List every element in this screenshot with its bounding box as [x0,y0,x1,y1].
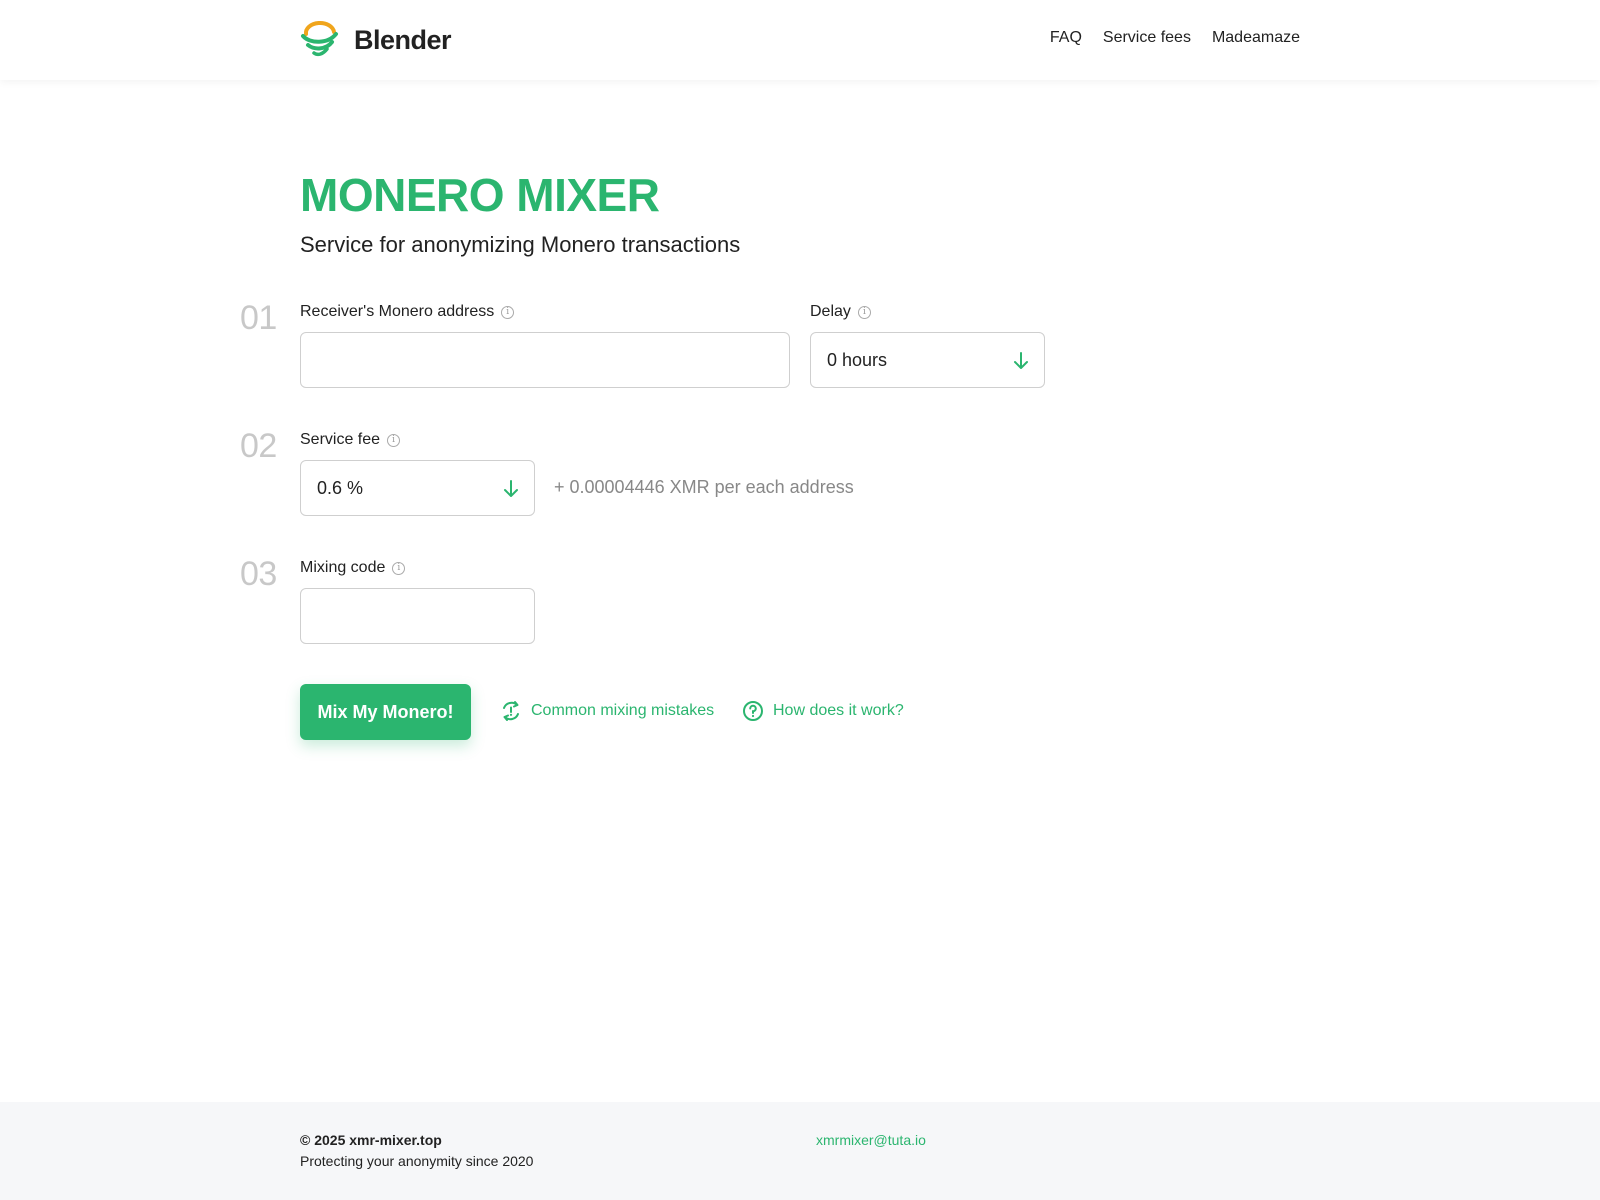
question-circle-icon [743,701,763,721]
service-fee-label: Service fee i [300,431,401,449]
mixing-code-label: Mixing code i [300,559,406,577]
step-number-3: 03 [240,555,277,593]
delay-select[interactable]: 0 hours [810,332,1045,388]
step-number-1: 01 [240,299,277,337]
nav-link-madeamaze[interactable]: Madeamaze [1212,29,1300,47]
site-footer: © 2025 xmr-mixer.top Protecting your ano… [0,1102,1600,1200]
arrow-down-icon [504,480,518,497]
mixing-code-input[interactable] [300,588,535,644]
page-title: MONERO MIXER [300,169,660,221]
site-header: Blender FAQ Service fees Madeamaze [0,0,1600,80]
fee-per-address-note: + 0.00004446 XMR per each address [554,477,854,497]
page-subtitle: Service for anonymizing Monero transacti… [300,232,741,257]
arrow-down-icon [1014,352,1028,369]
main-nav: FAQ Service fees Madeamaze [1050,29,1300,47]
common-mistakes-link[interactable]: Common mixing mistakes [500,700,714,722]
tornado-logo-icon [301,20,338,57]
nav-link-service-fees[interactable]: Service fees [1103,29,1191,47]
address-label-text: Receiver's Monero address [300,303,495,320]
service-fee-select-value: 0.6 % [317,477,364,498]
service-fee-select[interactable]: 0.6 % [300,460,535,516]
info-icon[interactable]: i [392,561,406,575]
brand-name: Blender [354,24,452,55]
receiver-address-input[interactable] [300,332,790,388]
how-it-works-link-text: How does it work? [773,702,904,719]
footer-tagline: Protecting your anonymity since 2020 [300,1153,534,1169]
step-number-2: 02 [240,427,277,465]
address-label: Receiver's Monero address i [300,303,515,321]
delay-label: Delay i [810,303,871,321]
mix-submit-button[interactable]: Mix My Monero! [300,684,471,740]
brand-logo[interactable]: Blender [300,20,452,60]
service-fee-label-text: Service fee [300,431,381,448]
info-icon[interactable]: i [501,305,515,319]
refresh-warning-icon [503,701,519,721]
delay-label-text: Delay [810,303,851,320]
footer-email-link[interactable]: xmrmixer@tuta.io [816,1132,926,1148]
info-icon[interactable]: i [857,305,871,319]
how-it-works-link[interactable]: How does it work? [742,700,904,722]
nav-link-faq[interactable]: FAQ [1050,29,1082,47]
common-mistakes-link-text: Common mixing mistakes [531,702,715,719]
info-icon[interactable]: i [387,433,401,447]
footer-copyright: © 2025 xmr-mixer.top [300,1132,442,1148]
delay-select-value: 0 hours [827,349,888,370]
mixing-code-label-text: Mixing code [300,559,386,576]
